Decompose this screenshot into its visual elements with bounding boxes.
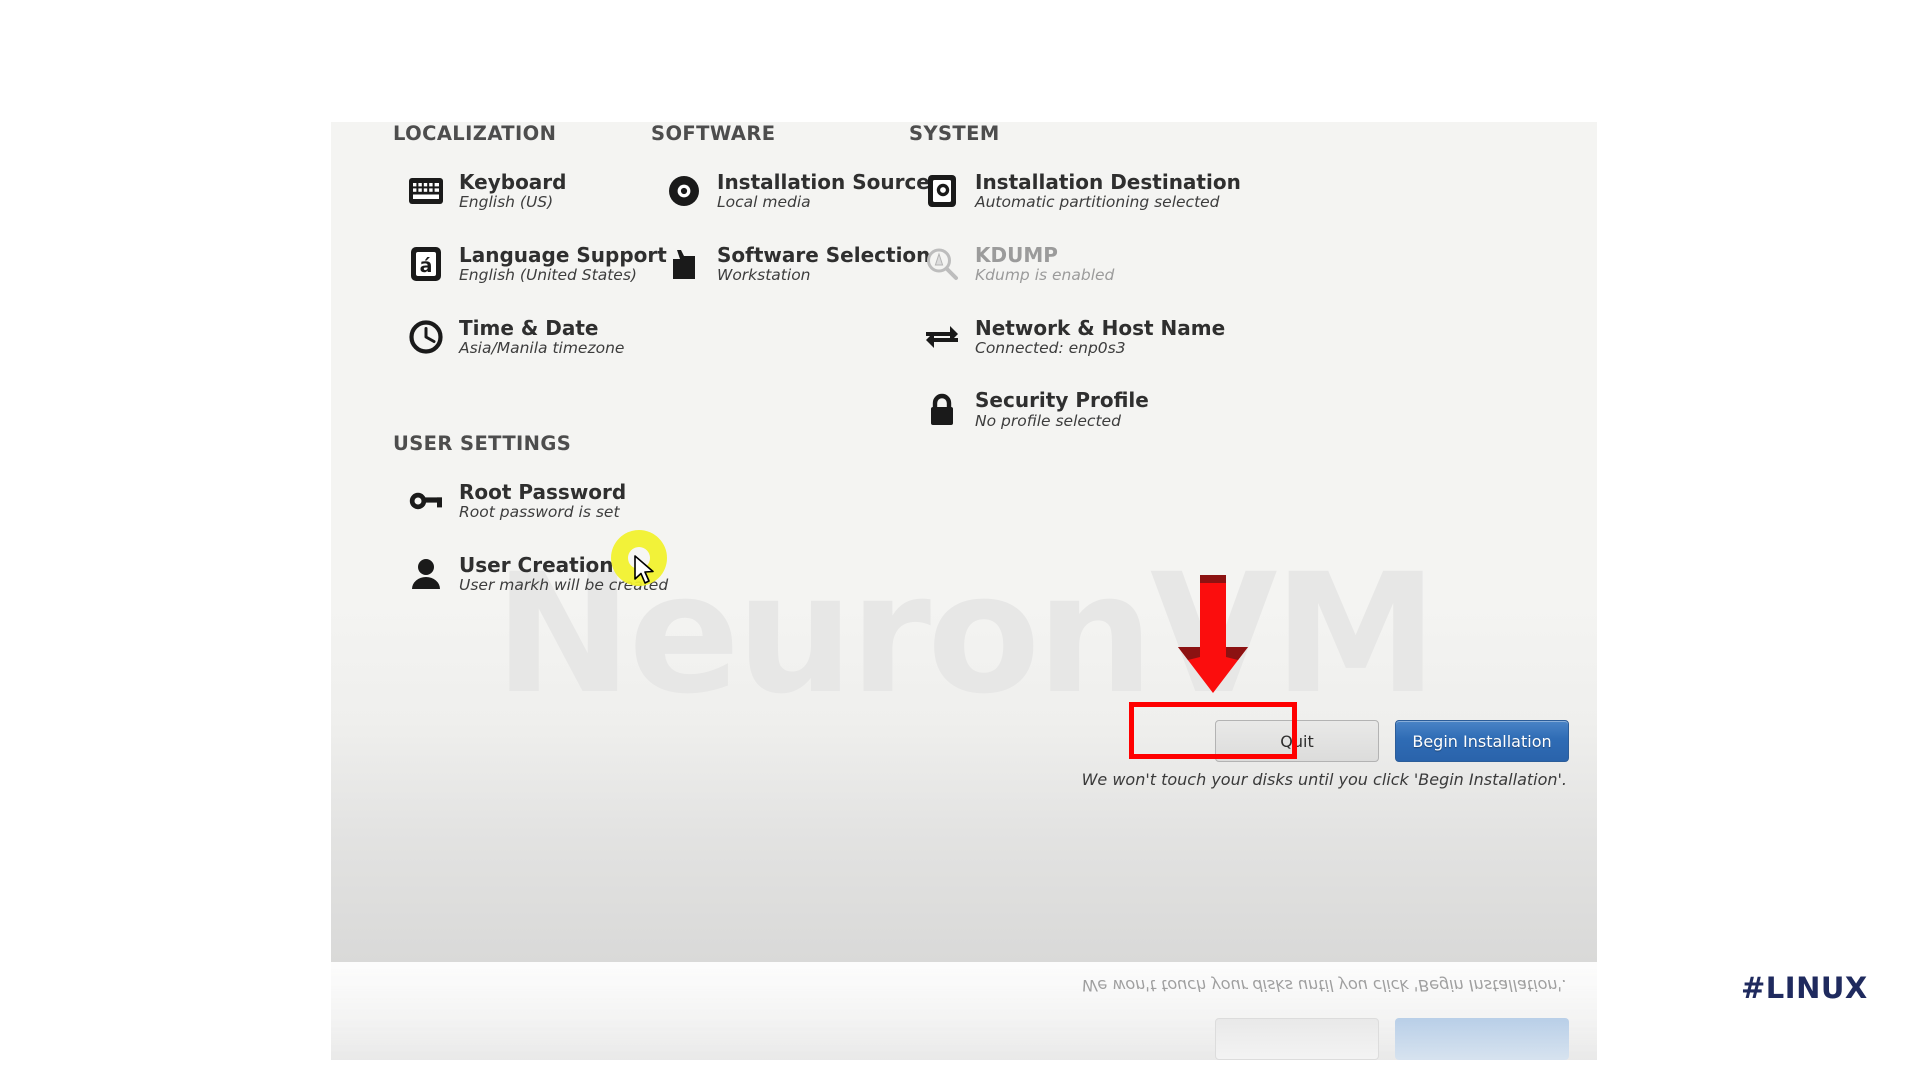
hub-status-root-password: Root password is set [459, 503, 620, 522]
hub-title-network-and-host-name: Network & Host Name [975, 315, 1226, 340]
section-title-localization: LOCALIZATION [393, 122, 557, 145]
section-localization: LOCALIZATION Keyboard English (US) á Lan… [393, 122, 693, 389]
hub-text-language-support: Language Support English (United States) [459, 242, 667, 285]
button-bar: Quit Begin Installation [331, 720, 1597, 762]
quit-button[interactable]: Quit [1215, 720, 1379, 762]
hub-title-time-and-date: Time & Date [459, 315, 599, 340]
panel-reflection: We won't touch your disks until you clic… [331, 962, 1597, 1060]
hub-status-installation-source: Local media [717, 193, 811, 212]
click-highlight-ring [611, 530, 667, 586]
section-title-software: SOFTWARE [651, 122, 776, 145]
hub-title-kdump: KDUMP [975, 242, 1058, 267]
begin-installation-button[interactable]: Begin Installation [1395, 720, 1569, 762]
hub-status-security-profile: No profile selected [975, 411, 1121, 430]
hub-status-kdump: Kdump is enabled [975, 266, 1115, 285]
hub-text-software-selection: Software Selection Workstation [717, 242, 931, 285]
keyboard-icon [407, 172, 445, 210]
section-software: SOFTWARE Installation Source Local media [651, 122, 951, 317]
hub-status-software-selection: Workstation [717, 266, 811, 285]
hub-text-network-and-host-name: Network & Host Name Connected: enp0s3 [975, 315, 1226, 358]
hub-text-installation-destination: Installation Destination Automatic parti… [975, 171, 1241, 212]
anaconda-installation-summary-panel: NeuronVM LOCALIZATION Keyboard English (… [331, 122, 1597, 962]
hub-text-security-profile: Security Profile No profile selected [975, 389, 1149, 430]
hub-title-keyboard: Keyboard [459, 170, 567, 194]
hub-item-root-password[interactable]: Root Password Root password is set [393, 481, 693, 522]
harddrive-icon [923, 172, 961, 210]
section-title-system: SYSTEM [909, 122, 1000, 145]
hub-text-time-and-date: Time & Date Asia/Manila timezone [459, 315, 625, 358]
user-icon [407, 555, 445, 593]
clock-icon [407, 318, 445, 356]
hub-text-kdump: KDUMP Kdump is enabled [975, 242, 1115, 285]
hub-title-language-support: Language Support [459, 242, 667, 267]
section-user-settings: USER SETTINGS Root Password Root passwor… [393, 432, 693, 627]
hub-status-keyboard: English (US) [459, 193, 554, 212]
hub-item-software-selection[interactable]: Software Selection Workstation [651, 242, 951, 285]
hub-status-network-and-host-name: Connected: enp0s3 [975, 338, 1126, 357]
screenshot-root: NeuronVM LOCALIZATION Keyboard English (… [0, 0, 1920, 1080]
hub-item-time-and-date[interactable]: Time & Date Asia/Manila timezone [393, 315, 693, 358]
hub-item-installation-destination[interactable]: Installation Destination Automatic parti… [909, 171, 1241, 212]
reflection-begin-button [1395, 1018, 1569, 1060]
linux-hashtag-label: #LINUX [1741, 971, 1868, 1005]
hub-status-installation-destination: Automatic partitioning selected [975, 193, 1220, 212]
network-icon [923, 318, 961, 356]
hub-title-software-selection: Software Selection [717, 242, 931, 267]
hub-item-network-and-host-name[interactable]: Network & Host Name Connected: enp0s3 [909, 315, 1239, 358]
hub-text-keyboard: Keyboard English (US) [459, 171, 566, 212]
reflection-button-bar [1215, 1018, 1569, 1060]
hub-title-installation-destination: Installation Destination [975, 170, 1241, 194]
package-icon [665, 245, 703, 283]
hub-item-language-support[interactable]: á Language Support English (United State… [393, 242, 693, 285]
hub-title-root-password: Root Password [459, 480, 627, 504]
hub-status-time-and-date: Asia/Manila timezone [459, 338, 625, 357]
hub-item-security-profile[interactable]: Security Profile No profile selected [909, 389, 1239, 430]
section-title-user-settings: USER SETTINGS [393, 432, 572, 455]
hub-title-security-profile: Security Profile [975, 388, 1149, 413]
reflection-warning-text: We won't touch your disks until you clic… [1081, 976, 1567, 995]
language-icon: á [407, 245, 445, 283]
hub-title-installation-source: Installation Source [717, 170, 930, 194]
hub-text-installation-source: Installation Source Local media [717, 171, 930, 212]
lock-icon [923, 391, 961, 429]
disc-icon [665, 172, 703, 210]
reflection-surface [331, 962, 1597, 1060]
section-system: SYSTEM Installation Destination Automati… [909, 122, 1241, 462]
hub-item-kdump[interactable]: KDUMP Kdump is enabled [909, 242, 1239, 285]
svg-text:á: á [420, 255, 433, 277]
disk-warning-text: We won't touch your disks until you clic… [1081, 770, 1567, 789]
hub-text-root-password: Root Password Root password is set [459, 481, 626, 522]
hub-status-language-support: English (United States) [459, 266, 637, 285]
hub-item-keyboard[interactable]: Keyboard English (US) [393, 171, 693, 212]
hub-item-installation-source[interactable]: Installation Source Local media [651, 171, 951, 212]
magnifier-icon [923, 245, 961, 283]
key-icon [407, 482, 445, 520]
reflection-quit-button [1215, 1018, 1379, 1060]
